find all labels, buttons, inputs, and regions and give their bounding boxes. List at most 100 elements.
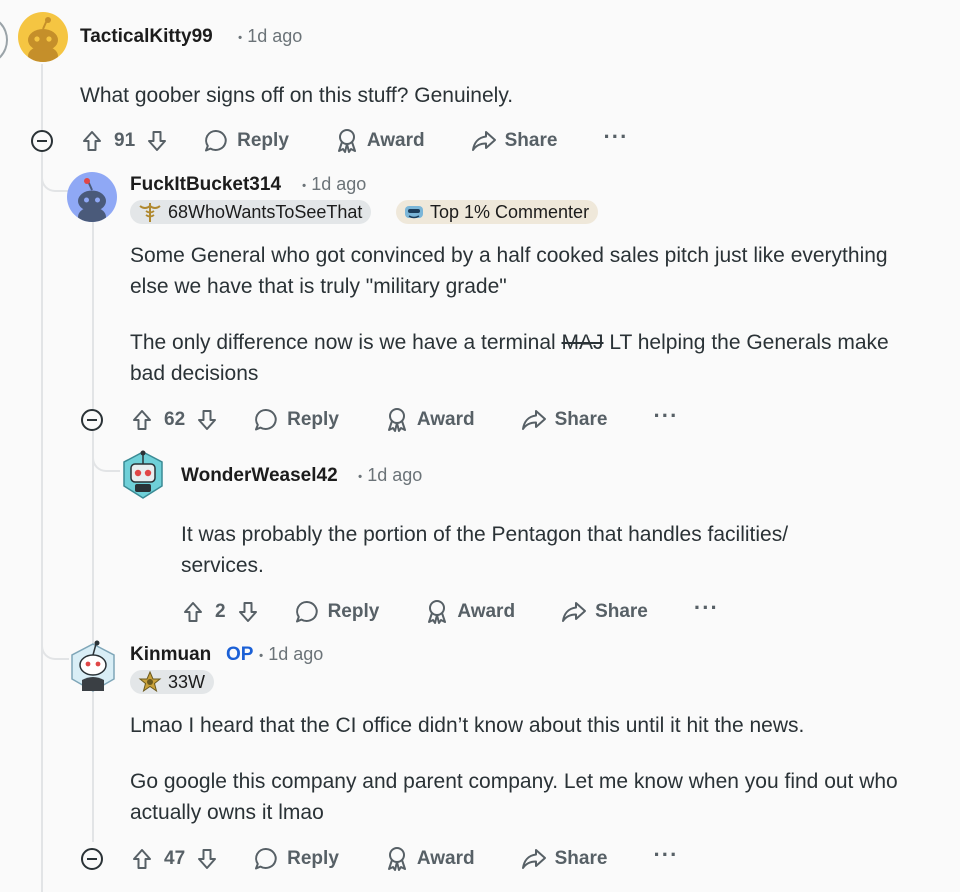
award-label: Award [416,409,475,430]
separator-dot: • [302,178,307,193]
comment-meta: • 1d ago [302,174,366,195]
award-button[interactable]: Award [385,846,475,872]
comment-time[interactable]: 1d ago [268,644,323,664]
reply-icon [253,846,279,872]
share-button[interactable]: Share [471,129,557,153]
comment-body: Some General who got convinced by a half… [130,240,920,389]
collapse-button[interactable] [81,409,103,431]
user-flair: 33W [130,670,215,694]
comment-paragraph: It was probably the portion of the Penta… [181,523,789,577]
comment-time[interactable]: 1d ago [367,465,422,485]
more-options-icon[interactable]: ··· [603,124,628,150]
comment-actions: 47 Reply Award Share ··· [130,842,678,875]
unit-insignia-icon [138,671,162,693]
more-options-icon[interactable]: ··· [653,842,678,868]
comment-author[interactable]: Kinmuan [130,644,211,666]
vote-count: 91 [114,130,136,151]
thread-line [41,152,43,892]
award-label: Award [416,848,475,869]
separator-dot: • [238,30,243,45]
reply-icon [253,407,279,433]
share-button[interactable]: Share [521,847,608,871]
downvote-icon[interactable] [195,408,219,432]
avatar[interactable] [68,638,118,694]
vote-count: 62 [164,409,186,430]
reply-label: Reply [287,409,339,430]
share-button[interactable]: Share [561,600,648,624]
thread-elbow [92,450,120,472]
top-commenter-icon [404,203,424,221]
reply-icon [203,128,229,154]
vote-count: 47 [164,848,186,869]
thread-line [41,64,43,130]
vote-group: 2 [181,600,260,624]
separator-dot: • [259,648,264,663]
share-icon [521,408,547,432]
thread-line [92,692,94,842]
vote-group: 47 [130,847,219,871]
flair-text: 68WhoWantsToSeeThat [168,202,363,222]
reply-button[interactable]: Reply [203,128,289,154]
comment-author[interactable]: FuckItBucket314 [130,174,281,196]
reply-button[interactable]: Reply [253,407,339,433]
comment-author[interactable]: TacticalKitty99 [80,26,213,48]
upvote-icon[interactable] [80,129,104,153]
user-flair: 68WhoWantsToSeeThat [130,200,372,224]
badge-text: Top 1% Commenter [430,202,590,222]
avatar[interactable] [120,448,166,502]
thread-elbow [41,166,69,192]
upvote-icon[interactable] [130,847,154,871]
comment-body: What goober signs off on this stuff? Gen… [80,80,920,111]
downvote-icon[interactable] [195,847,219,871]
award-icon [335,128,359,154]
avatar[interactable] [67,172,117,222]
vote-group: 91 [80,129,169,153]
more-options-icon[interactable]: ··· [653,403,678,429]
reply-icon [294,599,320,625]
share-button[interactable]: Share [521,408,607,432]
avatar[interactable] [18,12,68,62]
collapse-button[interactable] [31,130,53,152]
comment-author[interactable]: WonderWeasel42 [181,465,338,487]
strikethrough-text: MAJ [561,331,604,354]
reply-label: Reply [237,130,289,151]
collapse-button[interactable] [81,848,103,870]
award-icon [385,846,409,872]
vote-group: 62 [130,408,219,432]
comment-meta: • 1d ago [358,465,422,486]
award-button[interactable]: Award [425,599,515,625]
more-options-icon[interactable]: ··· [694,595,719,621]
share-label: Share [554,848,608,869]
upvote-icon[interactable] [181,600,205,624]
flair-text: 33W [168,672,206,692]
downvote-icon[interactable] [145,129,169,153]
comment-time[interactable]: 1d ago [311,174,366,194]
comment-body: Lmao I heard that the CI office didn’t k… [130,710,930,828]
reply-label: Reply [287,848,339,869]
parent-avatar-edge [0,16,8,64]
award-icon [425,599,449,625]
reply-button[interactable]: Reply [253,846,339,872]
share-icon [471,129,497,153]
reply-label: Reply [327,601,380,622]
share-label: Share [595,601,648,622]
award-icon [385,407,409,433]
paragraph-segment: The only difference now is we have a ter… [130,331,562,354]
caduceus-icon [138,201,162,223]
comment-paragraph: What goober signs off on this stuff? Gen… [80,84,514,107]
comment-paragraph: Some General who got convinced by a half… [130,244,888,298]
comment-paragraph: The only difference now is we have a ter… [130,327,920,389]
comment-body: It was probably the portion of the Penta… [181,519,871,581]
comment-time[interactable]: 1d ago [247,26,302,46]
award-label: Award [457,601,516,622]
share-icon [561,600,587,624]
upvote-icon[interactable] [130,408,154,432]
comment-paragraph: Go google this company and parent compan… [130,770,898,824]
reply-button[interactable]: Reply [294,599,380,625]
downvote-icon[interactable] [236,600,260,624]
comment-paragraph: Lmao I heard that the CI office didn’t k… [130,714,805,737]
vote-count: 2 [215,601,226,622]
comment-actions: 62 Reply Award Share ··· [130,403,678,436]
award-button[interactable]: Award [335,128,425,154]
award-button[interactable]: Award [385,407,475,433]
